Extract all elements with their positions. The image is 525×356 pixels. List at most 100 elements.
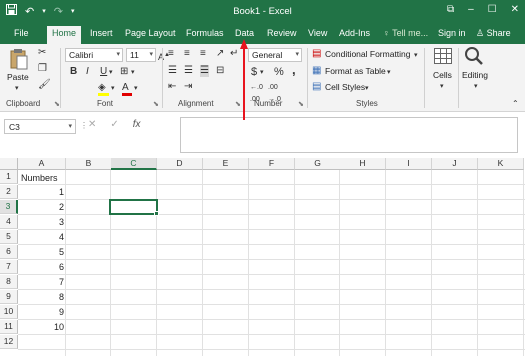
cancel-icon[interactable]: ✕	[88, 119, 96, 130]
font-name-select[interactable]: Calibri ▾	[65, 48, 123, 62]
format-painter-icon[interactable]: 🖌	[38, 79, 51, 91]
row-header-2[interactable]: 2	[0, 185, 18, 199]
column-header-g[interactable]: G	[295, 158, 341, 170]
column-header-e[interactable]: E	[203, 158, 249, 170]
tab-formulas[interactable]: Formulas	[186, 28, 224, 38]
row-header-11[interactable]: 11	[0, 320, 18, 334]
align-right-icon[interactable]: ☰	[200, 65, 209, 77]
row-header-10[interactable]: 10	[0, 305, 18, 319]
column-header-f[interactable]: F	[249, 158, 295, 170]
chevron-down-icon: ▾	[440, 83, 444, 90]
share-button[interactable]: ♙ Share	[476, 28, 511, 39]
select-all-button[interactable]	[0, 158, 18, 170]
column-header-a[interactable]: A	[18, 158, 66, 170]
tab-page-layout[interactable]: Page Layout	[125, 28, 176, 38]
minimize-icon[interactable]: –	[468, 4, 474, 15]
ribbon-display-icon[interactable]: ⧉	[447, 4, 454, 15]
increase-indent-icon[interactable]: ⇥	[184, 81, 192, 93]
row-header-8[interactable]: 8	[0, 275, 18, 289]
name-box[interactable]: C3 ▾	[4, 119, 76, 134]
copy-icon[interactable]: ❐	[38, 63, 47, 75]
close-icon[interactable]: ✕	[511, 4, 519, 15]
comma-button[interactable]: ,	[292, 63, 296, 76]
row-header-9[interactable]: 9	[0, 290, 18, 304]
number-launcher-icon[interactable]: ⬊	[298, 100, 304, 108]
sign-in-link[interactable]: Sign in	[438, 28, 466, 38]
tell-me-search[interactable]: ♀ Tell me...	[383, 28, 428, 38]
merge-center-icon[interactable]: ⊟	[216, 65, 224, 77]
row-header-3[interactable]: 3	[0, 200, 18, 214]
font-size-select[interactable]: 11 ▾	[126, 48, 156, 62]
row-header-6[interactable]: 6	[0, 245, 18, 259]
cell-a8[interactable]: 7	[18, 275, 64, 289]
cut-icon[interactable]: ✂	[38, 47, 46, 59]
cell-a1[interactable]: Numbers	[21, 171, 58, 185]
cell-a11[interactable]: 10	[18, 320, 64, 334]
cell-a5[interactable]: 4	[18, 230, 64, 244]
column-header-h[interactable]: H	[340, 158, 386, 170]
top-align-icon[interactable]: ≡	[168, 48, 174, 60]
underline-dropdown-icon[interactable]: ▾	[109, 67, 113, 79]
column-header-d[interactable]: D	[157, 158, 203, 170]
fill-color-icon[interactable]: ◈	[98, 82, 109, 96]
column-header-c[interactable]: C	[111, 158, 157, 170]
column-header-j[interactable]: J	[432, 158, 478, 170]
cell-a4[interactable]: 3	[18, 215, 64, 229]
cell-a10[interactable]: 9	[18, 305, 64, 319]
cell-a7[interactable]: 6	[18, 260, 64, 274]
column-header-i[interactable]: I	[386, 158, 432, 170]
fill-color-dropdown-icon[interactable]: ▾	[111, 83, 115, 95]
styles-group-label: Styles	[356, 99, 378, 108]
clipboard-launcher-icon[interactable]: ⬊	[54, 100, 60, 108]
column-header-k[interactable]: K	[478, 158, 524, 170]
orientation-icon[interactable]: ↗	[216, 48, 224, 60]
wrap-text-icon[interactable]: ↵	[230, 48, 238, 60]
borders-dropdown-icon[interactable]: ▾	[131, 67, 135, 79]
font-launcher-icon[interactable]: ⬊	[153, 100, 159, 108]
font-color-icon[interactable]: A	[122, 82, 132, 96]
currency-button[interactable]: $	[251, 66, 257, 78]
row-gridline	[18, 319, 525, 320]
row-header-4[interactable]: 4	[0, 215, 18, 229]
font-color-dropdown-icon[interactable]: ▾	[134, 83, 138, 95]
drag-handle-icon[interactable]: ⋮	[80, 121, 88, 130]
active-cell-c3[interactable]	[109, 199, 159, 216]
decrease-indent-icon[interactable]: ⇤	[168, 81, 176, 93]
column-header-b[interactable]: B	[66, 158, 112, 170]
separator	[60, 48, 61, 108]
cells-label: Cells	[433, 70, 452, 80]
currency-dropdown-icon[interactable]: ▾	[260, 67, 264, 79]
tab-add-ins[interactable]: Add-Ins	[339, 28, 370, 38]
maximize-icon[interactable]: ☐	[488, 4, 497, 15]
cell-a2[interactable]: 1	[18, 185, 64, 199]
tab-view[interactable]: View	[308, 28, 327, 38]
collapse-ribbon-icon[interactable]: ⌃	[512, 98, 519, 110]
tab-data[interactable]: Data	[235, 28, 254, 38]
tab-insert[interactable]: Insert	[90, 28, 113, 38]
tab-file[interactable]: File	[14, 28, 29, 38]
insert-function-button[interactable]: fx	[133, 119, 141, 130]
tab-review[interactable]: Review	[267, 28, 297, 38]
cell-a6[interactable]: 5	[18, 245, 64, 259]
row-header-7[interactable]: 7	[0, 260, 18, 274]
formula-input[interactable]	[180, 117, 518, 153]
number-format-select[interactable]: General ▾	[248, 48, 302, 62]
cell-a9[interactable]: 8	[18, 290, 64, 304]
row-header-1[interactable]: 1	[0, 170, 18, 184]
borders-icon[interactable]: ⊞	[120, 66, 128, 78]
percent-button[interactable]: %	[274, 66, 284, 78]
tab-home[interactable]: Home	[47, 26, 81, 44]
cell-a3[interactable]: 2	[18, 200, 64, 214]
bottom-align-icon[interactable]: ≡	[200, 48, 206, 60]
align-center-icon[interactable]: ☰	[184, 65, 193, 77]
bold-button[interactable]: B	[70, 66, 77, 78]
worksheet-grid[interactable]: ABCDEFGHIJK 1 2 3 4 5 6 7 8 9 10 11 12 Numbers 1234…	[0, 158, 525, 356]
row-header-5[interactable]: 5	[0, 230, 18, 244]
enter-icon[interactable]: ✓	[110, 119, 118, 130]
middle-align-icon[interactable]: ≡	[184, 48, 190, 60]
italic-button[interactable]: I	[86, 66, 89, 78]
align-left-icon[interactable]: ☰	[168, 65, 177, 77]
underline-button[interactable]: U	[100, 66, 107, 78]
row-header-12[interactable]: 12	[0, 335, 18, 349]
fill-handle[interactable]	[154, 211, 159, 216]
